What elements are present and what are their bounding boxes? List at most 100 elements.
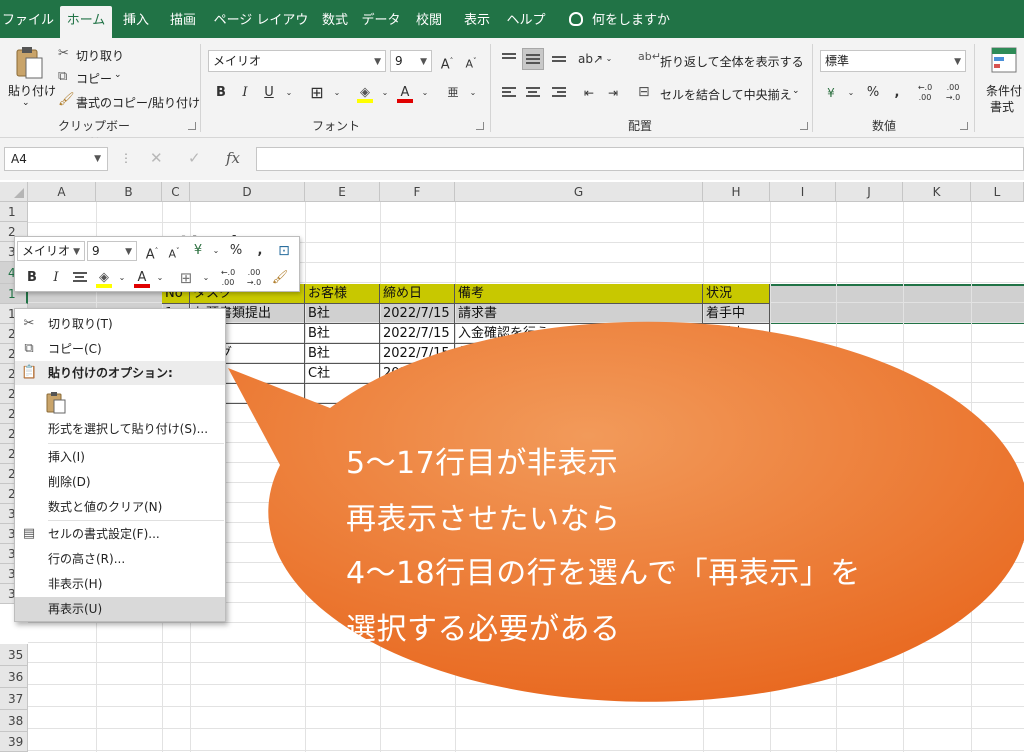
phonetic-icon[interactable]: 亜 bbox=[442, 82, 464, 104]
percent-icon[interactable]: % bbox=[862, 82, 884, 104]
row-header[interactable]: 38 bbox=[0, 710, 28, 732]
shrink-font-icon[interactable]: A˅ bbox=[163, 240, 185, 262]
chevron-down-icon[interactable]: ⌄ bbox=[598, 48, 620, 70]
align-right-icon[interactable] bbox=[548, 82, 570, 104]
wrap-text-button[interactable]: 折り返して全体を表示する bbox=[660, 53, 804, 70]
increase-indent-icon[interactable]: ⇥ bbox=[602, 82, 624, 104]
mini-font-combo[interactable]: メイリオ ▼ bbox=[17, 241, 85, 261]
align-left-icon[interactable] bbox=[498, 82, 520, 104]
comma-icon[interactable]: , bbox=[886, 82, 908, 104]
table-cell[interactable]: 着手中 bbox=[703, 324, 770, 344]
column-header[interactable]: K bbox=[903, 182, 971, 202]
tab-review[interactable]: 校閲 bbox=[408, 6, 450, 38]
column-header[interactable]: J bbox=[836, 182, 903, 202]
format-painter-icon[interactable]: 🖌 bbox=[269, 267, 291, 289]
select-all-button[interactable] bbox=[0, 182, 28, 202]
table-cell[interactable]: 請求書 bbox=[455, 304, 703, 324]
copy-button[interactable]: コピー bbox=[76, 70, 112, 87]
insert-function-icon[interactable]: fx bbox=[226, 149, 240, 167]
menu-item-format-cells[interactable]: ▤ セルの書式設定(F)... bbox=[15, 522, 225, 546]
chevron-down-icon[interactable]: ⌄ bbox=[195, 267, 217, 289]
table-cell[interactable]: 2022/7/15 bbox=[380, 324, 455, 344]
table-cell[interactable]: 保守についての話し合い bbox=[455, 344, 703, 364]
menu-item-row-height[interactable]: 行の高さ(R)... bbox=[15, 547, 225, 571]
align-bottom-icon[interactable] bbox=[548, 48, 570, 70]
table-header-cell[interactable]: 状況 bbox=[703, 284, 770, 304]
chevron-down-icon[interactable]: ⌄ bbox=[414, 82, 436, 104]
align-top-icon[interactable] bbox=[498, 48, 520, 70]
grow-font-icon[interactable]: A˄ bbox=[436, 50, 458, 72]
alignment-launcher-icon[interactable] bbox=[800, 122, 808, 130]
table-cell[interactable]: 2022/7/15 bbox=[380, 304, 455, 324]
column-header[interactable]: D bbox=[190, 182, 305, 202]
cut-button[interactable]: 切り取り bbox=[76, 47, 124, 64]
number-launcher-icon[interactable] bbox=[960, 122, 968, 130]
tab-help[interactable]: ヘルプ bbox=[504, 6, 548, 38]
paste-label[interactable]: 貼り付け bbox=[8, 82, 56, 99]
enter-icon[interactable]: ✓ bbox=[188, 149, 201, 167]
copy-dropdown-icon[interactable]: ⌄ bbox=[114, 70, 122, 80]
font-name-combo[interactable]: メイリオ ▼ bbox=[208, 50, 386, 72]
conditional-format-label-2[interactable]: 書式 bbox=[990, 98, 1014, 115]
row-header[interactable]: 1 bbox=[0, 202, 28, 222]
chevron-down-icon[interactable]: ⌄ bbox=[840, 82, 862, 104]
italic-icon[interactable]: I bbox=[234, 82, 256, 104]
align-middle-icon[interactable] bbox=[522, 48, 544, 70]
menu-item-cut[interactable]: ✂ 切り取り(T) bbox=[15, 312, 225, 336]
table-cell[interactable]: 新規プロ bbox=[455, 364, 703, 384]
clipboard-launcher-icon[interactable] bbox=[188, 122, 196, 130]
conditional-format-icon[interactable] bbox=[990, 46, 1018, 76]
table-cell[interactable]: B社 bbox=[305, 304, 380, 324]
row-header[interactable]: 37 bbox=[0, 688, 28, 710]
column-header[interactable]: F bbox=[380, 182, 455, 202]
row-header[interactable]: 36 bbox=[0, 666, 28, 688]
chevron-down-icon[interactable]: ⌄ bbox=[792, 86, 800, 96]
name-box[interactable]: A4 ▼ bbox=[4, 147, 108, 171]
increase-decimal-icon[interactable]: ←.0.00 bbox=[914, 82, 936, 104]
table-header-cell[interactable]: 締め日 bbox=[380, 284, 455, 304]
fill-color-icon[interactable]: ◈ bbox=[354, 82, 376, 104]
table-cell[interactable]: 着手中 bbox=[703, 304, 770, 324]
borders-icon[interactable]: ⊞ bbox=[306, 82, 328, 104]
tab-draw[interactable]: 描画 bbox=[162, 6, 204, 38]
column-header[interactable]: B bbox=[96, 182, 162, 202]
chevron-down-icon[interactable]: ⌄ bbox=[374, 82, 396, 104]
table-header-cell[interactable]: 備考 bbox=[455, 284, 703, 304]
table-cell[interactable] bbox=[703, 384, 770, 404]
column-header[interactable]: E bbox=[305, 182, 380, 202]
chevron-down-icon[interactable]: ⌄ bbox=[326, 82, 348, 104]
row-header[interactable]: 39 bbox=[0, 732, 28, 752]
tab-file[interactable]: ファイル bbox=[0, 6, 56, 38]
table-cell[interactable] bbox=[455, 384, 703, 404]
tab-insert[interactable]: 挿入 bbox=[116, 6, 156, 38]
bold-icon[interactable]: B bbox=[210, 82, 232, 104]
font-launcher-icon[interactable] bbox=[476, 122, 484, 130]
tab-home[interactable]: ホーム bbox=[60, 6, 112, 38]
orientation-icon[interactable]: ab↗ bbox=[578, 48, 603, 70]
cancel-icon[interactable]: ✕ bbox=[150, 149, 163, 167]
table-cell[interactable]: 入金確認を行う bbox=[455, 324, 703, 344]
table-cell[interactable]: 未着手 bbox=[703, 364, 770, 384]
decrease-indent-icon[interactable]: ⇤ bbox=[578, 82, 600, 104]
increase-decimal-icon[interactable]: ←.0.00 bbox=[217, 267, 239, 289]
merge-center-button[interactable]: セルを結合して中央揃え bbox=[660, 86, 792, 103]
tab-formulas[interactable]: 数式 bbox=[316, 6, 354, 38]
menu-item-hide[interactable]: 非表示(H) bbox=[15, 572, 225, 596]
number-format-combo[interactable]: 標準 ▼ bbox=[820, 50, 966, 72]
paste-icon[interactable] bbox=[14, 46, 44, 80]
column-header[interactable]: A bbox=[28, 182, 96, 202]
menu-item-unhide[interactable]: 再表示(U) bbox=[15, 597, 225, 621]
underline-icon[interactable]: U bbox=[258, 82, 280, 104]
tab-view[interactable]: 表示 bbox=[456, 6, 498, 38]
table-cell[interactable]: 2022 bbox=[380, 384, 455, 404]
table-cell[interactable]: 着手中 bbox=[703, 344, 770, 364]
formula-input[interactable] bbox=[256, 147, 1024, 171]
table-cell[interactable] bbox=[305, 384, 380, 404]
menu-item-insert[interactable]: 挿入(I) bbox=[15, 445, 225, 469]
menu-item-delete[interactable]: 削除(D) bbox=[15, 470, 225, 494]
font-color-icon[interactable]: A bbox=[394, 82, 416, 104]
tell-me-search[interactable]: 何をしますか bbox=[592, 6, 676, 38]
bold-icon[interactable]: B bbox=[21, 267, 43, 289]
chevron-down-icon[interactable]: ⌄ bbox=[462, 82, 484, 104]
table-cell[interactable]: B社 bbox=[305, 344, 380, 364]
